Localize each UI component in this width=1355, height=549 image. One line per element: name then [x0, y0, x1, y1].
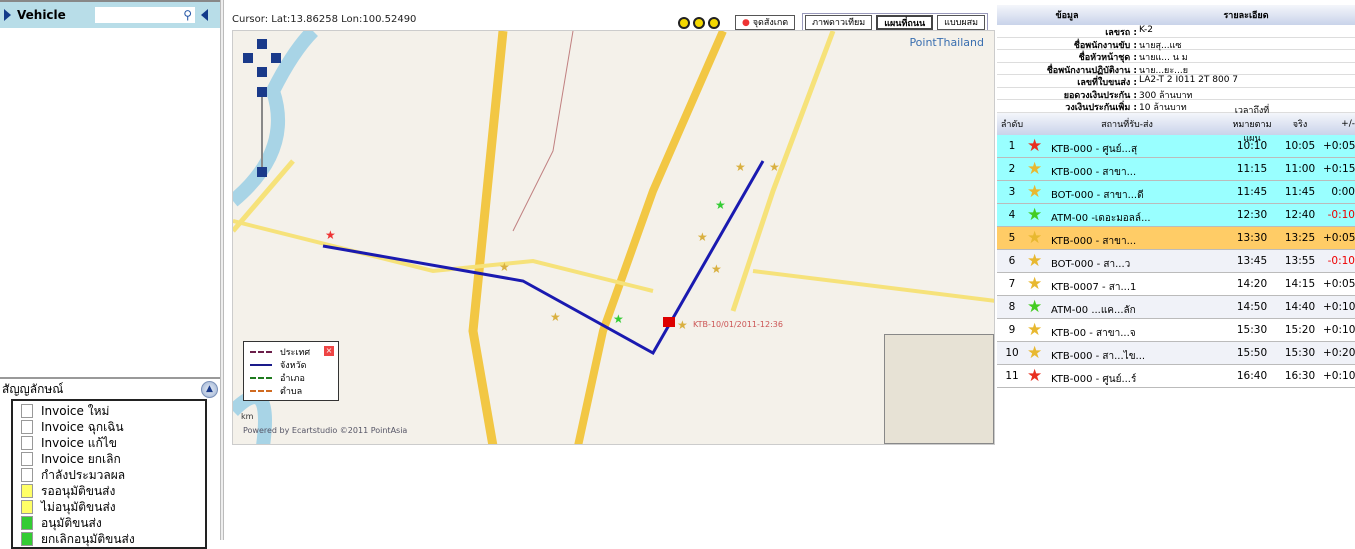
attribution: Powered by Ecartstudio ©2011 PointAsia — [243, 426, 408, 435]
map-view[interactable]: ★ ★ ★ ★ ★ ★ ★ ★ ★ ★ KTB-10/01/2011-12:36… — [232, 30, 995, 445]
road-map-button[interactable]: แผนที่ถนน — [876, 15, 934, 30]
table-row[interactable]: 1 ★ KTB-000 - ศูนย์...สุ 10:10 10:05 +0:05 — [997, 134, 1355, 158]
star-icon: ★ — [1027, 135, 1043, 156]
status-icon — [21, 468, 33, 482]
svg-text:★: ★ — [613, 312, 624, 326]
svg-text:★: ★ — [697, 230, 708, 244]
svg-text:★: ★ — [735, 160, 746, 174]
cursor-readout: Cursor: Lat:13.86258 Lon:100.52490 — [232, 14, 417, 25]
vehicle-title: Vehicle — [17, 8, 66, 22]
table-row[interactable]: 9 ★ KTB-00 - สาขา...จ 15:30 15:20 +0:10 — [997, 318, 1355, 342]
landmark-button[interactable]: ● จุดสังเกต — [735, 15, 796, 30]
info-row: ชื่อหัวหน้าชุด : นายแ... น ม — [997, 50, 1355, 63]
left-panel: Vehicle ⚲ สัญญลักษณ์ ▲ Invoice ใหม่ Invoi… — [0, 0, 220, 549]
info-row: ยอดวงเงินประกัน :300 ล้านบาท — [997, 88, 1355, 101]
table-row[interactable]: 5 ★ KTB-000 - สาขา... 13:30 13:25 +0:05 — [997, 226, 1355, 250]
star-icon: ★ — [1027, 319, 1043, 340]
status-icon — [21, 420, 33, 434]
svg-text:★: ★ — [769, 160, 780, 174]
vehicle-search-input[interactable]: ⚲ — [95, 7, 195, 23]
table-header: ลำดับ สถานที่รับ-ส่ง เวลาถึงที่หมายตามแผน… — [997, 106, 1355, 144]
star-icon: ★ — [1027, 158, 1043, 179]
status-icon — [21, 500, 33, 514]
star-icon: ★ — [1027, 296, 1043, 317]
table-row[interactable]: 4 ★ ATM-00 -เดอะมอลล์... 12:30 12:40 -0:10 — [997, 203, 1355, 227]
svg-text:★: ★ — [677, 318, 688, 332]
vehicle-header: Vehicle ⚲ — [0, 0, 220, 28]
table-row[interactable]: 2 ★ KTB-000 - สาขา... 11:15 11:00 +0:15 — [997, 157, 1355, 181]
collapse-icon[interactable] — [201, 9, 208, 21]
svg-text:★: ★ — [715, 198, 726, 212]
star-icon: ★ — [1027, 181, 1043, 202]
star-icon: ★ — [1027, 273, 1043, 294]
stop-marker: ★ — [325, 228, 336, 242]
legend-list: Invoice ใหม่ Invoice ฉุกเฉิน Invoice แก้ไข… — [11, 399, 207, 549]
status-icon — [21, 436, 33, 450]
status-icon — [21, 404, 33, 418]
table-row[interactable]: 8 ★ ATM-00 ...แค...ลัก 14:50 14:40 +0:10 — [997, 295, 1355, 319]
legend-item: ยกเลิกอนุมัติขนส่ง — [21, 531, 205, 547]
details-panel: ข้อมูล รายละเอียด เลขรถ : K-2 ชื่อพนักงานข… — [997, 5, 1355, 388]
map-legend: × ประเทศ จังหวัด อำเภอ ตำบล — [243, 341, 339, 401]
svg-text:★: ★ — [499, 260, 510, 274]
hybrid-button[interactable]: แบบผสม — [937, 15, 986, 30]
search-icon[interactable]: ⚲ — [183, 8, 192, 22]
info-row: เลขที่ใบขนส่ง : LA2-T 2 I011 2T 800 7 — [997, 75, 1355, 88]
star-icon: ★ — [1027, 250, 1043, 271]
overview-map[interactable] — [884, 334, 994, 444]
close-icon[interactable]: × — [324, 346, 334, 356]
tool-icon[interactable] — [678, 16, 690, 29]
details-header: ข้อมูล รายละเอียด — [997, 5, 1355, 25]
table-row[interactable]: 10 ★ KTB-000 - สา...ไข... 15:50 15:30 +0:20 — [997, 341, 1355, 365]
status-icon — [21, 452, 33, 466]
svg-text:★: ★ — [550, 310, 561, 324]
star-icon: ★ — [1027, 204, 1043, 225]
brand-label: PointThailand — [909, 36, 984, 49]
status-icon — [21, 484, 33, 498]
panel-splitter[interactable] — [220, 0, 224, 540]
legend-header: สัญญลักษณ์ ▲ — [0, 377, 220, 399]
status-icon — [21, 532, 33, 546]
status-icon — [21, 516, 33, 530]
table-row[interactable]: 6 ★ BOT-000 - สา...ว 13:45 13:55 -0:10 — [997, 249, 1355, 273]
legend-title: สัญญลักษณ์ — [2, 381, 64, 396]
star-icon: ★ — [1027, 365, 1043, 386]
table-row[interactable]: 3 ★ BOT-000 - สาขา...ดี 11:45 11:45 0:00 — [997, 180, 1355, 204]
satellite-button[interactable]: ภาพดาวเทียม — [805, 15, 873, 30]
map-canvas: ★ ★ ★ ★ ★ ★ ★ ★ ★ ★ KTB-10/01/2011-12:36 — [233, 31, 994, 444]
collapse-up-icon[interactable]: ▲ — [201, 380, 218, 398]
star-icon: ★ — [1027, 342, 1043, 363]
svg-text:★: ★ — [711, 262, 722, 276]
tool-icon[interactable] — [708, 16, 720, 29]
table-row[interactable]: 7 ★ KTB-0007 - สา...1 14:20 14:15 +0:05 — [997, 272, 1355, 296]
info-row: ชื่อพนักงานขับ : นายสุ...แซ — [997, 38, 1355, 51]
info-row: ชื่อพนักงานปฏิบัติงาน : นาย...ยะ...ย — [997, 63, 1355, 76]
vehicle-icon — [663, 317, 675, 327]
info-row: วงเงินประกันเพิ่ม :10 ล้านบาท — [997, 100, 1355, 113]
info-row: เลขรถ : K-2 — [997, 25, 1355, 38]
expand-icon[interactable] — [4, 9, 11, 21]
star-icon: ★ — [1027, 227, 1043, 248]
map-scale: km — [241, 412, 254, 421]
table-row[interactable]: 11 ★ KTB-000 - ศูนย์...ร์ 16:40 16:30 +0:10 — [997, 364, 1355, 388]
tool-icon[interactable] — [693, 16, 705, 29]
vehicle-label: KTB-10/01/2011-12:36 — [693, 320, 783, 329]
